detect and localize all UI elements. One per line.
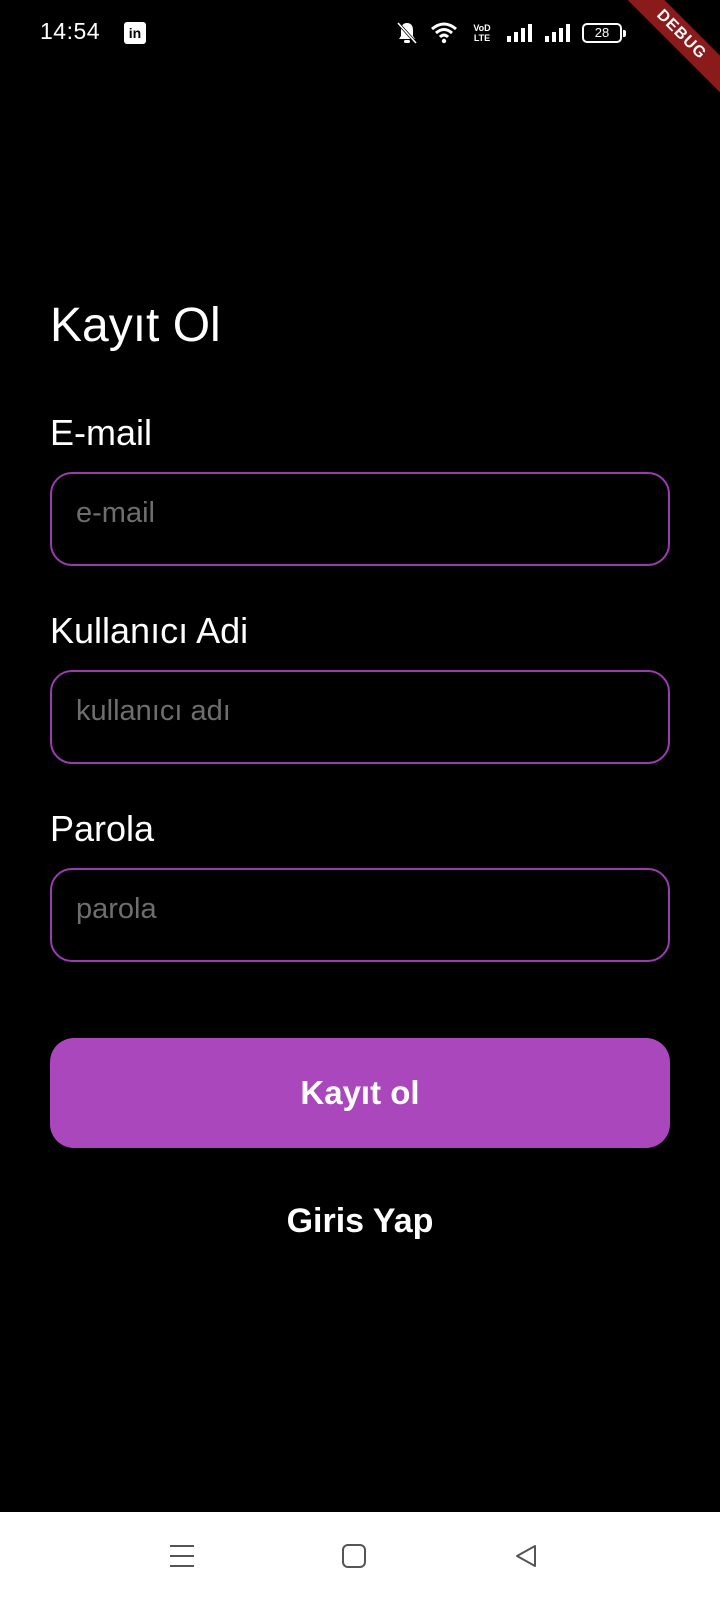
login-link[interactable]: Giris Yap: [0, 1202, 720, 1241]
register-button[interactable]: Kayıt ol: [50, 1038, 670, 1148]
password-label: Parola: [50, 808, 155, 849]
bell-off-icon: [396, 21, 418, 45]
back-triangle-icon[interactable]: [504, 1534, 548, 1578]
menu-icon[interactable]: [160, 1534, 204, 1578]
register-screen: 14:54 in VoD LTE 28 DEBUG Kayıt Ol E-mai…: [0, 0, 720, 1600]
signal-icon-2: [544, 23, 570, 43]
email-field[interactable]: [52, 474, 668, 564]
status-bar: 14:54 in VoD LTE 28: [0, 0, 720, 66]
status-icons: VoD LTE 28: [396, 20, 626, 46]
password-field[interactable]: [52, 870, 668, 960]
username-label: Kullanıcı Adi: [50, 610, 249, 651]
email-field-container: [50, 472, 670, 566]
volte-bottom-label: LTE: [473, 33, 491, 43]
email-label: E-mail: [50, 412, 153, 453]
status-time: 14:54: [40, 18, 101, 44]
volte-icon: VoD LTE: [470, 23, 494, 43]
signal-icon-1: [506, 23, 532, 43]
page-title: Kayıt Ol: [50, 299, 221, 352]
username-field[interactable]: [52, 672, 668, 762]
linkedin-icon: in: [124, 22, 146, 44]
home-square-icon[interactable]: [332, 1534, 376, 1578]
password-field-container: [50, 868, 670, 962]
wifi-icon: [430, 22, 458, 44]
username-field-container: [50, 670, 670, 764]
battery-icon: 28: [582, 23, 626, 43]
volte-top-label: VoD: [473, 23, 491, 33]
navigation-bar: [0, 1512, 720, 1600]
